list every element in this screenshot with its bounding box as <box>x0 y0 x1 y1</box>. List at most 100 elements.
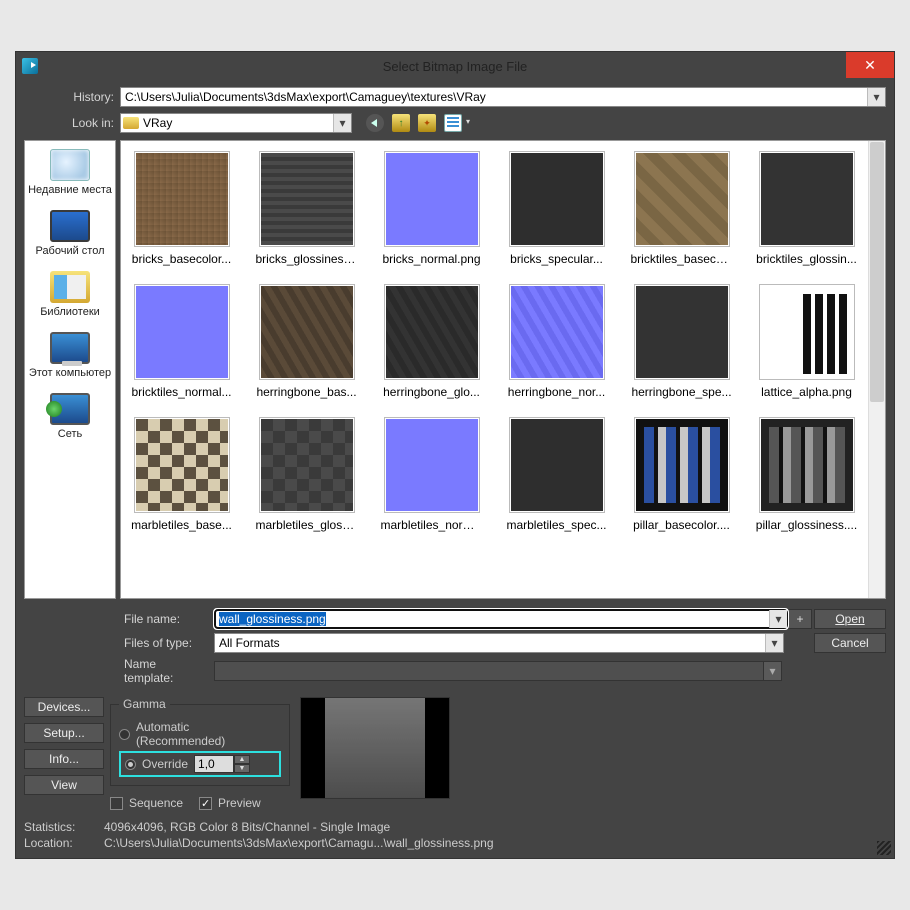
thumbnail <box>634 284 730 380</box>
file-dialog: Select Bitmap Image File ✕ History: ▾ Lo… <box>15 51 895 859</box>
close-button[interactable]: ✕ <box>846 52 894 78</box>
thumbnail <box>509 151 605 247</box>
history-dropdown[interactable]: ▾ <box>120 87 886 107</box>
places-desktop[interactable]: Рабочий стол <box>35 210 104 257</box>
file-name: pillar_glossiness.... <box>756 518 857 532</box>
lookin-label: Look in: <box>24 116 120 130</box>
views-icon[interactable] <box>444 114 462 132</box>
thumbnail <box>634 151 730 247</box>
places-network[interactable]: Сеть <box>50 393 90 440</box>
cancel-button[interactable]: Cancel <box>814 633 886 653</box>
file-name: pillar_basecolor.... <box>633 518 730 532</box>
thumbnail <box>759 284 855 380</box>
spin-down-icon[interactable]: ▼ <box>234 764 250 773</box>
places-computer[interactable]: Этот компьютер <box>29 332 111 379</box>
file-name: bricks_normal.png <box>382 252 480 266</box>
thumbnail <box>134 417 230 513</box>
scrollbar[interactable] <box>868 141 885 598</box>
resize-grip-icon[interactable] <box>877 841 891 855</box>
folder-icon <box>123 117 139 129</box>
thumbnail <box>259 284 355 380</box>
preview-checkbox[interactable]: ✓ Preview <box>199 796 261 810</box>
add-button[interactable]: + <box>788 609 812 629</box>
back-icon[interactable] <box>366 114 384 132</box>
computer-icon <box>50 332 90 364</box>
file-item[interactable]: marbletiles_norm... <box>375 417 488 532</box>
thumbnail <box>384 417 480 513</box>
gamma-override-radio[interactable]: Override <box>125 757 188 771</box>
gamma-automatic-radio[interactable]: Automatic (Recommended) <box>119 720 281 748</box>
places-libraries[interactable]: Библиотеки <box>40 271 100 318</box>
file-list[interactable]: bricks_basecolor...bricks_glossiness...b… <box>120 140 886 599</box>
chevron-down-icon[interactable]: ▾ <box>333 114 351 132</box>
spin-up-icon[interactable]: ▲ <box>234 755 250 764</box>
lookin-value[interactable] <box>120 113 352 133</box>
libraries-icon <box>50 271 90 303</box>
lookin-dropdown[interactable]: ▾ <box>120 113 352 133</box>
filename-input[interactable] <box>214 609 788 629</box>
file-item[interactable]: marbletiles_base... <box>125 417 238 532</box>
info-button[interactable]: Info... <box>24 749 104 769</box>
devices-button[interactable]: Devices... <box>24 697 104 717</box>
file-item[interactable]: lattice_alpha.png <box>750 284 863 399</box>
filename-label: File name: <box>124 612 214 626</box>
location-value: C:\Users\Julia\Documents\3dsMax\export\C… <box>104 836 494 850</box>
filesoftype-dropdown[interactable]: ▾ <box>214 633 784 653</box>
file-name: bricks_basecolor... <box>132 252 231 266</box>
thumbnail <box>384 284 480 380</box>
view-button[interactable]: View <box>24 775 104 795</box>
thumbnail <box>134 151 230 247</box>
nametemplate-input[interactable] <box>214 661 764 681</box>
file-item[interactable]: bricktiles_baseco... <box>625 151 738 266</box>
file-item[interactable]: bricks_glossiness... <box>250 151 363 266</box>
file-item[interactable]: bricks_basecolor... <box>125 151 238 266</box>
setup-button[interactable]: Setup... <box>24 723 104 743</box>
places-recent[interactable]: Недавние места <box>28 149 112 196</box>
window-title: Select Bitmap Image File <box>383 59 528 74</box>
file-name: herringbone_spe... <box>631 385 731 399</box>
nametemplate-label: Name template: <box>124 657 214 685</box>
chevron-down-icon[interactable]: ▾ <box>764 661 782 681</box>
file-item[interactable]: herringbone_nor... <box>500 284 613 399</box>
thumbnail <box>134 284 230 380</box>
filename-field-wrap: ▾ <box>214 609 788 629</box>
file-name: herringbone_glo... <box>383 385 480 399</box>
chevron-down-icon[interactable]: ▾ <box>765 634 783 652</box>
gamma-group: Gamma Automatic (Recommended) Override ▲… <box>110 697 290 786</box>
thumbnail <box>509 417 605 513</box>
history-value[interactable] <box>120 87 886 107</box>
recent-icon <box>50 149 90 181</box>
history-label: History: <box>24 90 120 104</box>
file-item[interactable]: herringbone_bas... <box>250 284 363 399</box>
file-item[interactable]: pillar_glossiness.... <box>750 417 863 532</box>
file-item[interactable]: bricks_normal.png <box>375 151 488 266</box>
chevron-down-icon[interactable]: ▾ <box>769 610 787 628</box>
open-button[interactable]: Open <box>814 609 886 629</box>
file-item[interactable]: herringbone_spe... <box>625 284 738 399</box>
file-name: bricktiles_baseco... <box>631 252 733 266</box>
scroll-thumb[interactable] <box>870 142 884 402</box>
file-item[interactable]: herringbone_glo... <box>375 284 488 399</box>
up-folder-icon[interactable] <box>392 114 410 132</box>
preview-image <box>325 698 425 798</box>
file-item[interactable]: pillar_basecolor.... <box>625 417 738 532</box>
chevron-down-icon[interactable]: ▾ <box>867 88 885 106</box>
location-label: Location: <box>24 836 94 850</box>
file-name: bricks_glossiness... <box>256 252 358 266</box>
file-name: marbletiles_base... <box>131 518 232 532</box>
preview-pane <box>300 697 450 799</box>
new-folder-icon[interactable] <box>418 114 436 132</box>
file-item[interactable]: marbletiles_gloss... <box>250 417 363 532</box>
file-item[interactable]: bricktiles_normal... <box>125 284 238 399</box>
app-icon <box>22 58 38 74</box>
file-name: bricks_specular... <box>510 252 603 266</box>
file-item[interactable]: bricktiles_glossin... <box>750 151 863 266</box>
file-item[interactable]: marbletiles_spec... <box>500 417 613 532</box>
sequence-checkbox[interactable]: Sequence <box>110 796 183 810</box>
file-item[interactable]: bricks_specular... <box>500 151 613 266</box>
thumbnail <box>509 284 605 380</box>
gamma-legend: Gamma <box>119 697 170 711</box>
statistics-label: Statistics: <box>24 820 94 834</box>
gamma-override-spinner[interactable]: ▲▼ <box>194 755 250 773</box>
filesoftype-value[interactable] <box>214 633 784 653</box>
